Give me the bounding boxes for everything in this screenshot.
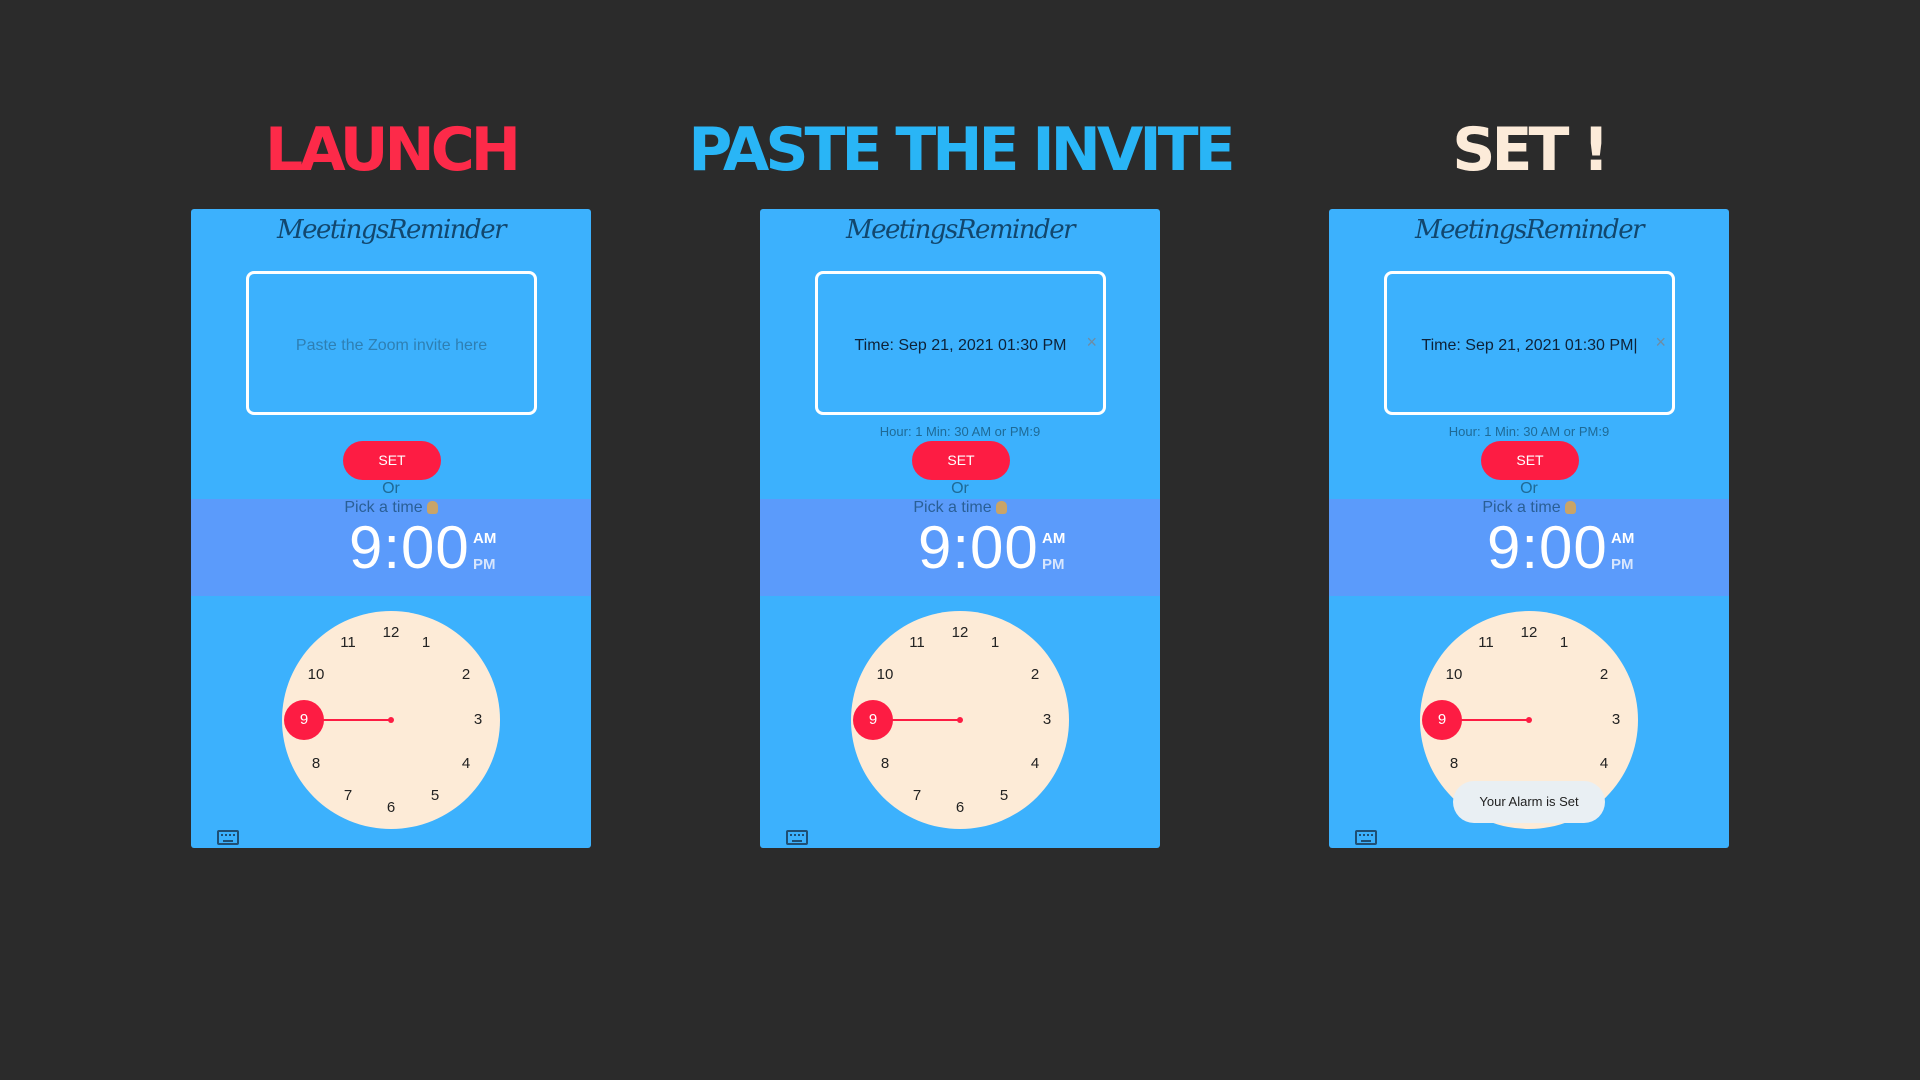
step-panel-3: SET ! MeetingsReminder Time: Sep 21, 2021 …	[1329, 0, 1729, 1080]
keyboard-icon[interactable]	[217, 830, 239, 845]
am-toggle[interactable]: AM	[473, 530, 496, 547]
phone-screen: MeetingsReminder Paste the Zoom invite he…	[191, 209, 591, 848]
step-panel-1: LAUNCH MeetingsReminder Paste the Zoom inv…	[191, 0, 591, 1080]
clock-dial[interactable]: 121234567810119	[282, 611, 500, 829]
keyboard-icon[interactable]	[786, 830, 808, 845]
set-button[interactable]: SET	[1481, 441, 1579, 480]
clock-number[interactable]: 5	[988, 786, 1020, 806]
clock-number[interactable]: 2	[1588, 665, 1620, 685]
clock-number[interactable]: 12	[375, 623, 407, 643]
clock-number[interactable]: 10	[300, 665, 332, 685]
clock-number[interactable]: 4	[1588, 754, 1620, 774]
clock-number[interactable]: 2	[450, 665, 482, 685]
clock-number[interactable]: 11	[901, 633, 933, 653]
clock-number[interactable]: 12	[944, 623, 976, 643]
app-title: MeetingsReminder	[1414, 215, 1645, 245]
clock-dial[interactable]: 121234567810119	[851, 611, 1069, 829]
clock-number[interactable]: 5	[419, 786, 451, 806]
invite-value: Time: Sep 21, 2021 01:30 PM	[854, 337, 1067, 354]
clock-number[interactable]: 10	[1438, 665, 1470, 685]
time-picker-header: Pick a time 9:00 AM PM	[191, 499, 591, 596]
or-separator: Or	[1520, 480, 1538, 497]
invite-input[interactable]: Paste the Zoom invite here	[246, 271, 537, 415]
keyboard-icon[interactable]	[1355, 830, 1377, 845]
pm-toggle[interactable]: PM	[1611, 556, 1634, 573]
clock-number[interactable]: 4	[1019, 754, 1051, 774]
clock-selected-hour[interactable]: 9	[853, 700, 893, 740]
clock-number[interactable]: 6	[375, 798, 407, 818]
clock-number[interactable]: 8	[869, 754, 901, 774]
invite-placeholder: Paste the Zoom invite here	[295, 337, 488, 354]
clock-selected-hour[interactable]: 9	[1422, 700, 1462, 740]
clock-number[interactable]: 3	[1031, 710, 1063, 730]
clock-number[interactable]: 1	[979, 633, 1011, 653]
clock-number[interactable]: 7	[901, 786, 933, 806]
parsed-time-helper: Hour: 1 Min: 30 AM or PM:9	[1448, 424, 1610, 439]
invite-input[interactable]: Time: Sep 21, 2021 01:30 PM ×	[815, 271, 1106, 415]
phone-screen: MeetingsReminder Time: Sep 21, 2021 01:30…	[760, 209, 1160, 848]
clock-number[interactable]: 3	[462, 710, 494, 730]
clock-number[interactable]: 3	[1600, 710, 1632, 730]
clock-number[interactable]: 1	[1548, 633, 1580, 653]
clock-selected-hour[interactable]: 9	[284, 700, 324, 740]
am-toggle[interactable]: AM	[1042, 530, 1065, 547]
clock-number[interactable]: 1	[410, 633, 442, 653]
time-picker-header: Pick a time 9:00 AM PM	[760, 499, 1160, 596]
or-separator: Or	[382, 480, 400, 497]
clock-number[interactable]: 2	[1019, 665, 1051, 685]
clock-number[interactable]: 11	[1470, 633, 1502, 653]
set-button[interactable]: SET	[912, 441, 1010, 480]
clock-center	[1526, 717, 1532, 723]
or-separator: Or	[951, 480, 969, 497]
parsed-time-helper: Hour: 1 Min: 30 AM or PM:9	[879, 424, 1041, 439]
time-display[interactable]: 9:00	[918, 513, 1039, 582]
invite-value: Time: Sep 21, 2021 01:30 PM|	[1421, 337, 1638, 354]
clock-center	[957, 717, 963, 723]
phone-screen: MeetingsReminder Time: Sep 21, 2021 01:30…	[1329, 209, 1729, 848]
clock-number[interactable]: 7	[332, 786, 364, 806]
alarm-set-toast: Your Alarm is Set	[1453, 781, 1605, 823]
clock-number[interactable]: 12	[1513, 623, 1545, 643]
clock-center	[388, 717, 394, 723]
set-button[interactable]: SET	[343, 441, 441, 480]
pm-toggle[interactable]: PM	[473, 556, 496, 573]
time-picker-header: Pick a time 9:00 AM PM	[1329, 499, 1729, 596]
am-toggle[interactable]: AM	[1611, 530, 1634, 547]
time-display[interactable]: 9:00	[349, 513, 470, 582]
step-heading: SET !	[1452, 115, 1609, 185]
clock-number[interactable]: 8	[300, 754, 332, 774]
clock-number[interactable]: 6	[944, 798, 976, 818]
clock-number[interactable]: 10	[869, 665, 901, 685]
invite-input[interactable]: Time: Sep 21, 2021 01:30 PM| ×	[1384, 271, 1675, 415]
clock-number[interactable]: 4	[450, 754, 482, 774]
pm-toggle[interactable]: PM	[1042, 556, 1065, 573]
close-icon[interactable]: ×	[1655, 332, 1666, 353]
app-title: MeetingsReminder	[845, 215, 1076, 245]
close-icon[interactable]: ×	[1086, 332, 1097, 353]
time-display[interactable]: 9:00	[1487, 513, 1608, 582]
app-title: MeetingsReminder	[276, 215, 507, 245]
clock-number[interactable]: 8	[1438, 754, 1470, 774]
step-panel-2: PASTE THE INVITE MeetingsReminder Time: Se…	[688, 0, 1236, 1080]
clock-number[interactable]: 11	[332, 633, 364, 653]
